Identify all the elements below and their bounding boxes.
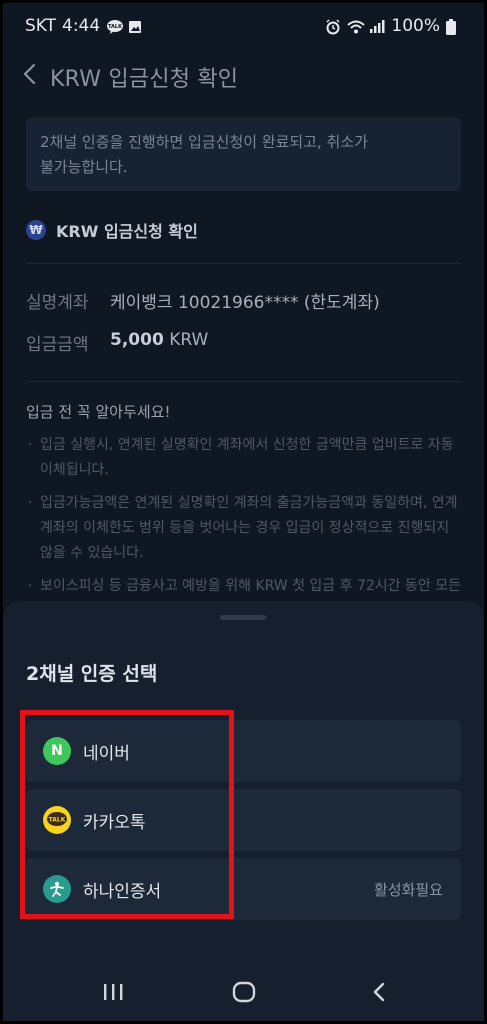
system-navigation-bar bbox=[3, 963, 484, 1021]
signal-icon bbox=[369, 19, 385, 33]
status-bar: SKT 4:44 TALK 100% bbox=[3, 3, 484, 47]
home-button[interactable] bbox=[224, 977, 264, 1007]
amount-number: 5,000 bbox=[110, 330, 164, 350]
amount-row: 입금금액 5,000 KRW bbox=[26, 330, 208, 355]
kakaotalk-icon: TALK bbox=[43, 806, 71, 834]
auth-option-naver[interactable]: N 네이버 bbox=[26, 720, 461, 782]
notice-line-1: 2채널 인증을 진행하면 입금신청이 완료되고, 취소가 bbox=[40, 133, 368, 151]
warning-item: 입금 실행시, 연계된 실명확인 계좌에서 신청한 금액만큼 업비트로 자동 이… bbox=[26, 433, 466, 483]
auth-option-hana[interactable]: 하나인증서 활성화필요 bbox=[26, 858, 461, 920]
recent-apps-icon bbox=[104, 984, 123, 1000]
auth-option-label: 네이버 bbox=[83, 744, 130, 764]
auth-option-kakaotalk[interactable]: TALK 카카오톡 bbox=[26, 789, 461, 851]
hana-cert-icon bbox=[43, 875, 71, 903]
notice-box: 2채널 인증을 진행하면 입금신청이 완료되고, 취소가 불가능합니다. bbox=[26, 117, 461, 191]
auth-option-label: 하나인증서 bbox=[83, 882, 162, 902]
amount-label: 입금금액 bbox=[26, 335, 89, 355]
auth-option-label: 카카오톡 bbox=[83, 813, 146, 833]
section-title-text: KRW 입금신청 확인 bbox=[56, 222, 198, 241]
nav-back-button[interactable] bbox=[359, 977, 399, 1007]
section-title: ₩ KRW 입금신청 확인 bbox=[26, 218, 198, 242]
app-header: KRW 입금신청 확인 bbox=[3, 49, 484, 101]
back-button[interactable] bbox=[17, 61, 43, 87]
kakaotalk-icon-text: TALK bbox=[49, 817, 66, 824]
account-label: 실명계좌 bbox=[26, 293, 89, 313]
battery-percent: 100% bbox=[391, 16, 440, 36]
amount-value: 5,000 KRW bbox=[110, 330, 208, 355]
wifi-icon bbox=[347, 19, 366, 34]
talk-notification-icon: TALK bbox=[106, 19, 123, 34]
activation-required-text: 활성화필요 bbox=[373, 881, 443, 899]
image-notification-icon bbox=[128, 19, 144, 33]
alarm-icon bbox=[325, 19, 341, 35]
amount-unit: KRW bbox=[169, 330, 209, 350]
divider bbox=[26, 381, 461, 382]
warning-item: 입금가능금액은 연계된 실명확인 계좌의 출금가능금액과 동일하며, 연계 계좌… bbox=[26, 491, 466, 566]
home-icon bbox=[232, 981, 256, 1003]
back-arrow-icon bbox=[373, 982, 385, 1002]
divider bbox=[26, 263, 461, 264]
notice-line-2: 불가능합니다. bbox=[40, 158, 128, 176]
app-frame: SKT 4:44 TALK 100% KRW 입금신청 확인 2채널 인증을 진… bbox=[3, 3, 484, 1021]
battery-icon bbox=[446, 19, 462, 35]
account-value: 케이뱅크 10021966**** (한도계좌) bbox=[110, 293, 380, 313]
sheet-title: 2채널 인증 선택 bbox=[26, 663, 158, 685]
recent-apps-button[interactable] bbox=[93, 977, 133, 1007]
won-icon: ₩ bbox=[26, 220, 46, 240]
naver-icon: N bbox=[43, 737, 71, 765]
svg-text:TALK: TALK bbox=[108, 24, 123, 30]
page-title: KRW 입금신청 확인 bbox=[50, 67, 239, 92]
time: 4:44 bbox=[62, 16, 101, 36]
sheet-drag-handle[interactable] bbox=[220, 615, 266, 620]
chevron-left-icon bbox=[23, 63, 36, 85]
carrier: SKT bbox=[25, 16, 57, 36]
account-row: 실명계좌 케이뱅크 10021966**** (한도계좌) bbox=[26, 288, 380, 313]
warning-title: 입금 전 꼭 알아두세요! bbox=[26, 403, 171, 421]
